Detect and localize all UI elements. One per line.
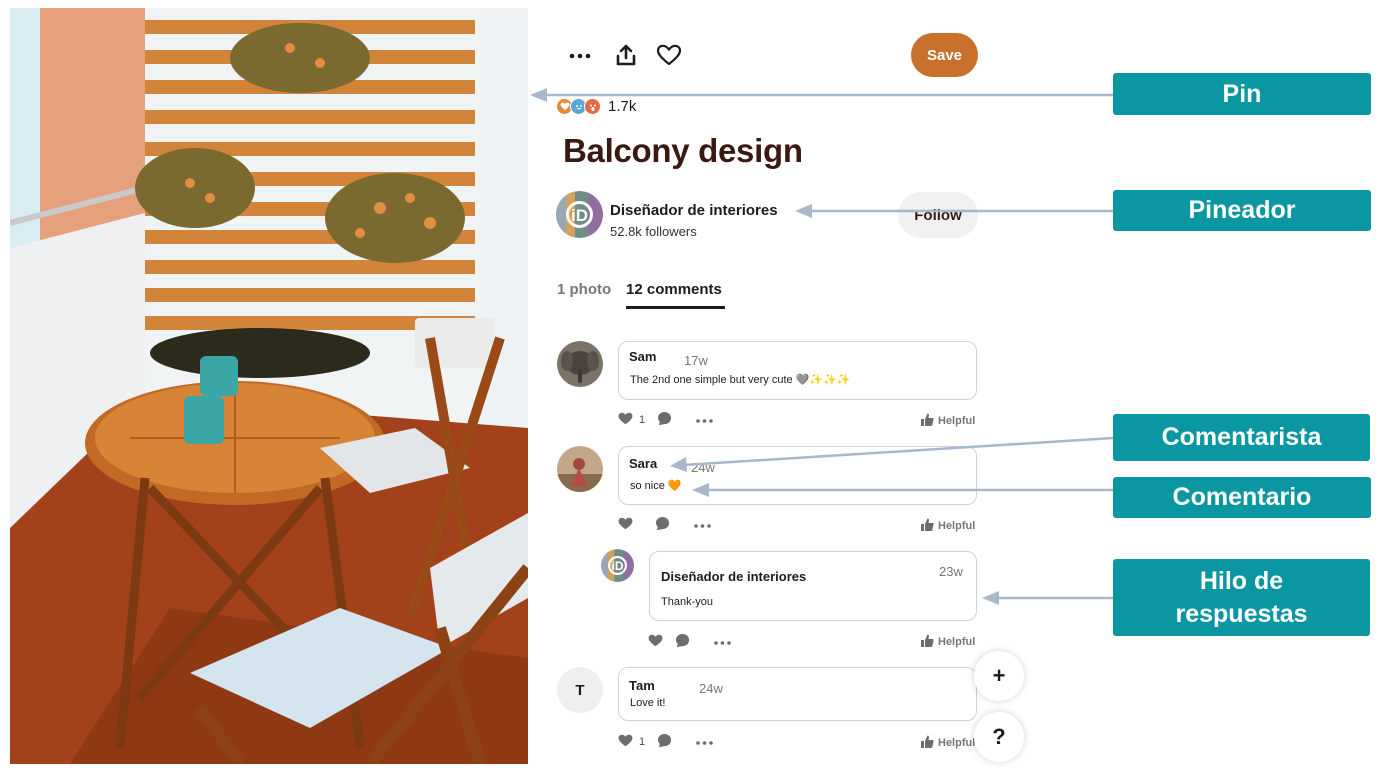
annotation-arrows — [530, 88, 1114, 605]
annotation-pin: Pin — [1113, 73, 1371, 115]
annotation-reply-thread: Hilo de respuestas — [1113, 559, 1370, 636]
annotation-commenter: Comentarista — [1113, 414, 1370, 461]
annotation-pinner: Pineador — [1113, 190, 1371, 231]
annotation-reply-thread-line1: Hilo de — [1199, 566, 1284, 595]
arrow-commenter — [683, 436, 1114, 467]
arrowhead-comment — [692, 483, 709, 497]
arrowhead-pinner — [795, 204, 812, 218]
annotation-reply-thread-line2: respuestas — [1175, 599, 1308, 628]
arrowhead-pin — [530, 88, 547, 102]
arrowhead-reply-thread — [982, 591, 999, 605]
annotation-comment: Comentario — [1113, 477, 1371, 518]
arrowhead-commenter — [670, 457, 687, 472]
